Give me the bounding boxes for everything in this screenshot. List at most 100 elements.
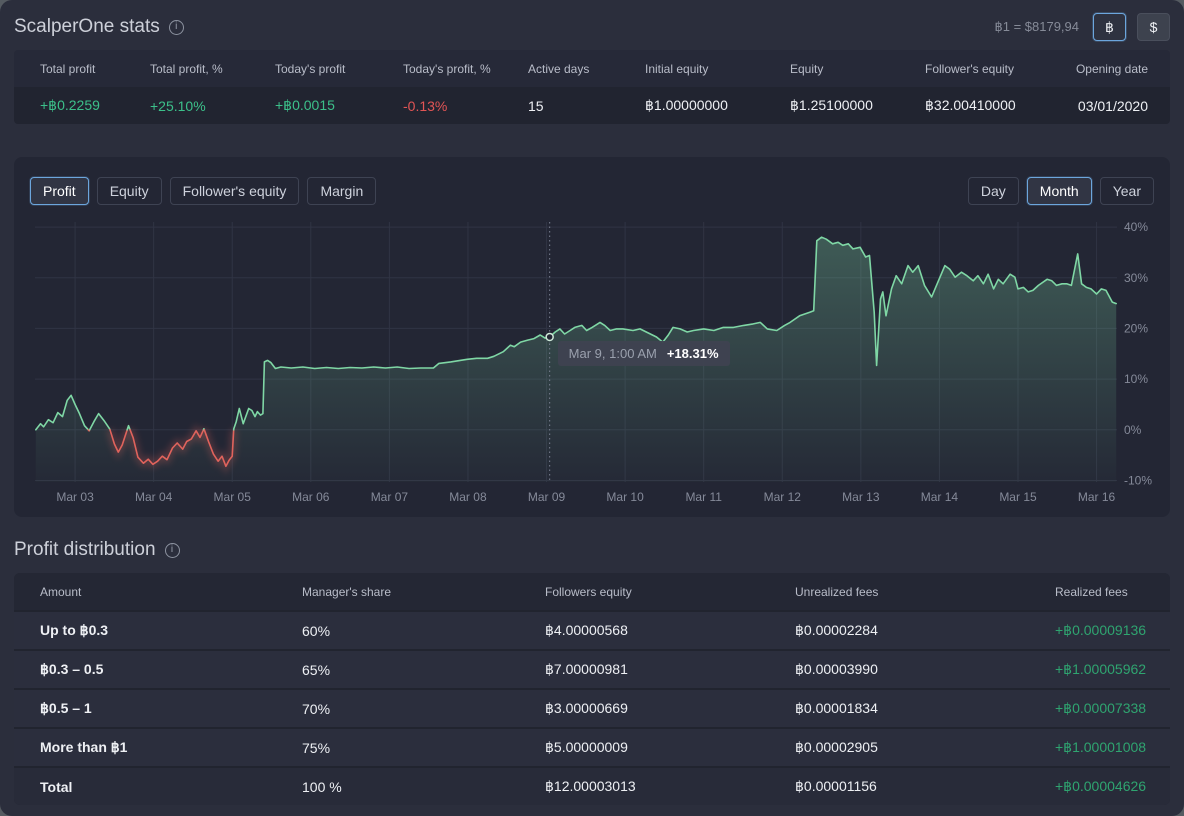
distribution-header-row: Amount Manager's share Followers equity …	[14, 573, 1170, 610]
equity-value: ฿1.25100000	[790, 97, 925, 114]
unrealized-cell: ฿0.00002284	[795, 622, 1055, 639]
unrealized-cell: ฿0.00001834	[795, 700, 1055, 717]
realized-cell: +฿1.00005962	[1055, 661, 1170, 678]
unrealized-cell: ฿0.00003990	[795, 661, 1055, 678]
initial-equity-value: ฿1.00000000	[645, 97, 790, 114]
share-cell: 65%	[302, 662, 545, 678]
followers-equity-value: ฿32.00410000	[925, 97, 1060, 114]
table-row: More than ฿1 75% ฿5.00000009 ฿0.00002905…	[14, 727, 1170, 766]
dist-col-amount: Amount	[40, 585, 302, 599]
realized-cell: +฿0.00004626	[1055, 778, 1170, 795]
chart-canvas[interactable]: Mar 03 Mar 04 Mar 05 Mar 06 Mar 07 Mar 08 Mar …	[14, 220, 1170, 517]
svg-text:40%: 40%	[1124, 220, 1148, 234]
tab-margin[interactable]: Margin	[307, 177, 376, 205]
table-total-row: Total 100 % ฿12.00003013 ฿0.00001156 +฿0…	[14, 766, 1170, 805]
share-cell: 60%	[302, 623, 545, 639]
svg-text:30%: 30%	[1124, 271, 1148, 285]
info-icon[interactable]: i	[165, 543, 180, 558]
range-tabs: Day Month Year	[968, 177, 1154, 205]
stats-col-header: Initial equity	[645, 62, 790, 76]
svg-text:Mar 13: Mar 13	[842, 490, 880, 504]
stats-col-header: Total profit	[40, 62, 150, 76]
btc-currency-button[interactable]: ฿	[1093, 13, 1126, 41]
table-row: Up to ฿0.3 60% ฿4.00000568 ฿0.00002284 +…	[14, 610, 1170, 649]
profit-chart: Mar 03 Mar 04 Mar 05 Mar 06 Mar 07 Mar 08 Mar …	[14, 220, 1170, 517]
svg-text:Mar 08: Mar 08	[449, 490, 487, 504]
stats-col-header: Today's profit	[275, 62, 403, 76]
amount-cell: Up to ฿0.3	[40, 622, 302, 639]
svg-text:Mar 16: Mar 16	[1078, 490, 1116, 504]
svg-text:Mar 09: Mar 09	[528, 490, 566, 504]
range-month[interactable]: Month	[1027, 177, 1092, 205]
usd-currency-button[interactable]: $	[1137, 13, 1170, 41]
svg-text:Mar 05: Mar 05	[214, 490, 252, 504]
unrealized-cell: ฿0.00002905	[795, 739, 1055, 756]
distribution-title: Profit distribution i	[14, 539, 180, 561]
active-days-value: 15	[528, 98, 645, 114]
app-window: ScalperOne stats i ฿1 = $8179,94 ฿ $ Tot…	[0, 0, 1184, 816]
stats-col-header: Active days	[528, 62, 645, 76]
page-title: ScalperOne stats i	[14, 16, 184, 38]
followers-cell: ฿12.00003013	[545, 778, 795, 795]
table-row: ฿0.5 – 1 70% ฿3.00000669 ฿0.00001834 +฿0…	[14, 688, 1170, 727]
todays-profit-pct-value: -0.13%	[403, 98, 528, 114]
total-profit-pct-value: +25.10%	[150, 98, 275, 114]
amount-cell: ฿0.5 – 1	[40, 700, 302, 717]
stats-col-header: Today's profit, %	[403, 62, 528, 76]
svg-text:Mar 11: Mar 11	[685, 490, 722, 504]
chart-panel: Profit Equity Follower's equity Margin D…	[14, 157, 1170, 517]
table-row: ฿0.3 – 0.5 65% ฿7.00000981 ฿0.00003990 +…	[14, 649, 1170, 688]
dist-col-followers: Followers equity	[545, 585, 795, 599]
amount-cell: ฿0.3 – 0.5	[40, 661, 302, 678]
stats-col-header: Equity	[790, 62, 925, 76]
page-title-text: ScalperOne stats	[14, 16, 160, 38]
svg-text:Mar 07: Mar 07	[371, 490, 409, 504]
share-cell: 70%	[302, 701, 545, 717]
info-icon[interactable]: i	[169, 20, 184, 35]
svg-text:20%: 20%	[1124, 321, 1148, 335]
distribution-table: Amount Manager's share Followers equity …	[14, 573, 1170, 805]
svg-text:Mar 14: Mar 14	[921, 490, 959, 504]
svg-text:-10%: -10%	[1124, 473, 1152, 487]
exchange-rate: ฿1 = $8179,94	[994, 19, 1079, 35]
todays-profit-value: +฿0.0015	[275, 97, 403, 114]
dist-col-unrealized: Unrealized fees	[795, 585, 1055, 599]
distribution-title-text: Profit distribution	[14, 539, 156, 561]
distribution-header: Profit distribution i	[0, 517, 1184, 573]
metric-tabs: Profit Equity Follower's equity Margin	[30, 177, 376, 205]
stats-col-header: Total profit, %	[150, 62, 275, 76]
followers-cell: ฿5.00000009	[545, 739, 795, 756]
tab-equity[interactable]: Equity	[97, 177, 162, 205]
amount-cell: More than ฿1	[40, 739, 302, 756]
realized-cell: +฿0.00007338	[1055, 700, 1170, 717]
dist-col-realized: Realized fees	[1055, 585, 1170, 599]
svg-text:Mar 12: Mar 12	[764, 490, 802, 504]
svg-text:Mar 15: Mar 15	[999, 490, 1037, 504]
svg-text:Mar 04: Mar 04	[135, 490, 173, 504]
svg-text:Mar 03: Mar 03	[56, 490, 94, 504]
tab-profit[interactable]: Profit	[30, 177, 89, 205]
followers-cell: ฿3.00000669	[545, 700, 795, 717]
realized-cell: +฿0.00009136	[1055, 622, 1170, 639]
stats-col-header: Follower's equity	[925, 62, 1060, 76]
stats-col-header: Opening date	[1060, 62, 1170, 76]
page-header: ScalperOne stats i ฿1 = $8179,94 ฿ $	[0, 0, 1184, 50]
share-cell: 75%	[302, 740, 545, 756]
amount-cell: Total	[40, 779, 302, 795]
svg-text:0%: 0%	[1124, 423, 1142, 437]
range-day[interactable]: Day	[968, 177, 1019, 205]
svg-text:Mar 06: Mar 06	[292, 490, 330, 504]
chart-toolbar: Profit Equity Follower's equity Margin D…	[14, 157, 1170, 205]
share-cell: 100 %	[302, 779, 545, 795]
unrealized-cell: ฿0.00001156	[795, 778, 1055, 795]
followers-cell: ฿4.00000568	[545, 622, 795, 639]
currency-controls: ฿1 = $8179,94 ฿ $	[994, 13, 1170, 41]
stats-table: Total profit Total profit, % Today's pro…	[14, 50, 1170, 124]
total-profit-value: +฿0.2259	[40, 97, 150, 114]
tab-followers-equity[interactable]: Follower's equity	[170, 177, 300, 205]
stats-value-row: +฿0.2259 +25.10% +฿0.0015 -0.13% 15 ฿1.0…	[14, 87, 1170, 124]
range-year[interactable]: Year	[1100, 177, 1154, 205]
stats-header-row: Total profit Total profit, % Today's pro…	[14, 50, 1170, 87]
opening-date-value: 03/01/2020	[1060, 98, 1170, 114]
realized-cell: +฿1.00001008	[1055, 739, 1170, 756]
